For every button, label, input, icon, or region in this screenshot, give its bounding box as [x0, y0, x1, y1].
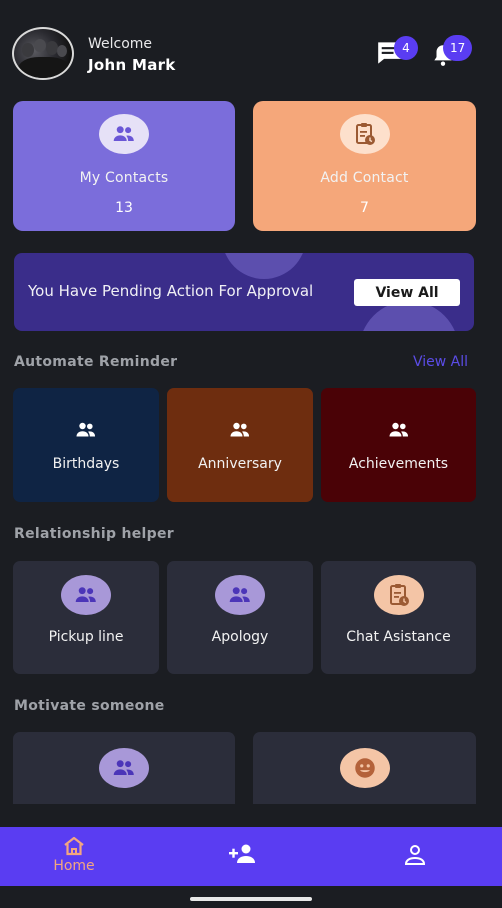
- nav-add-contact[interactable]: [228, 843, 258, 865]
- pickup-line-card[interactable]: Pickup line: [13, 561, 159, 674]
- contacts-icon: [61, 575, 111, 615]
- motivate-card-1[interactable]: [13, 732, 235, 804]
- people-icon: [226, 418, 254, 442]
- add-user-icon: [229, 844, 255, 863]
- motivate-someone-title: Motivate someone: [14, 698, 165, 714]
- relationship-helper-title: Relationship helper: [14, 526, 174, 542]
- people-icon: [385, 418, 413, 442]
- nav-home[interactable]: Home: [48, 836, 100, 874]
- my-contacts-card[interactable]: My Contacts 13: [13, 101, 235, 231]
- nav-profile[interactable]: [403, 844, 427, 866]
- achievements-label: Achievements: [348, 456, 449, 472]
- my-contacts-label: My Contacts: [79, 170, 169, 186]
- chat-assistance-label: Chat Asistance: [346, 629, 451, 645]
- view-all-approval-button[interactable]: View All: [354, 279, 460, 306]
- nav-home-label: Home: [53, 858, 95, 874]
- messages-badge: 4: [394, 36, 418, 60]
- my-contacts-count: 13: [115, 200, 133, 216]
- chat-assistance-card[interactable]: Chat Asistance: [321, 561, 476, 674]
- welcome-text: Welcome: [88, 36, 153, 52]
- pickup-line-label: Pickup line: [48, 629, 124, 645]
- people-icon: [72, 418, 100, 442]
- birthdays-label: Birthdays: [52, 456, 120, 472]
- apology-label: Apology: [211, 629, 269, 645]
- home-indicator: [190, 897, 312, 901]
- add-contact-count: 7: [360, 200, 369, 216]
- contacts-icon: [99, 748, 149, 788]
- automate-reminder-title: Automate Reminder: [14, 354, 178, 370]
- achievements-card[interactable]: Achievements: [321, 388, 476, 502]
- clipboard-icon: [339, 114, 390, 154]
- avatar[interactable]: [12, 27, 74, 80]
- decorative-circle: [222, 253, 306, 279]
- home-icon: [64, 836, 84, 856]
- anniversary-card[interactable]: Anniversary: [167, 388, 313, 502]
- user-name: John Mark: [88, 56, 176, 74]
- smiley-icon: [339, 748, 390, 788]
- profile-icon: [404, 845, 426, 865]
- clipboard-icon: [373, 575, 424, 615]
- pending-approval-text: You Have Pending Action For Approval: [28, 282, 314, 300]
- automate-view-all-link[interactable]: View All: [413, 354, 468, 370]
- bottom-navigation: Home: [0, 827, 502, 886]
- contacts-icon: [215, 575, 265, 615]
- add-contact-card[interactable]: Add Contact 7: [253, 101, 476, 231]
- add-contact-label: Add Contact: [320, 170, 409, 186]
- motivate-card-2[interactable]: [253, 732, 476, 804]
- apology-card[interactable]: Apology: [167, 561, 313, 674]
- pending-approval-banner: You Have Pending Action For Approval Vie…: [14, 253, 474, 331]
- contacts-icon: [99, 114, 149, 154]
- anniversary-label: Anniversary: [198, 456, 282, 472]
- birthdays-card[interactable]: Birthdays: [13, 388, 159, 502]
- notifications-badge: 17: [443, 35, 473, 61]
